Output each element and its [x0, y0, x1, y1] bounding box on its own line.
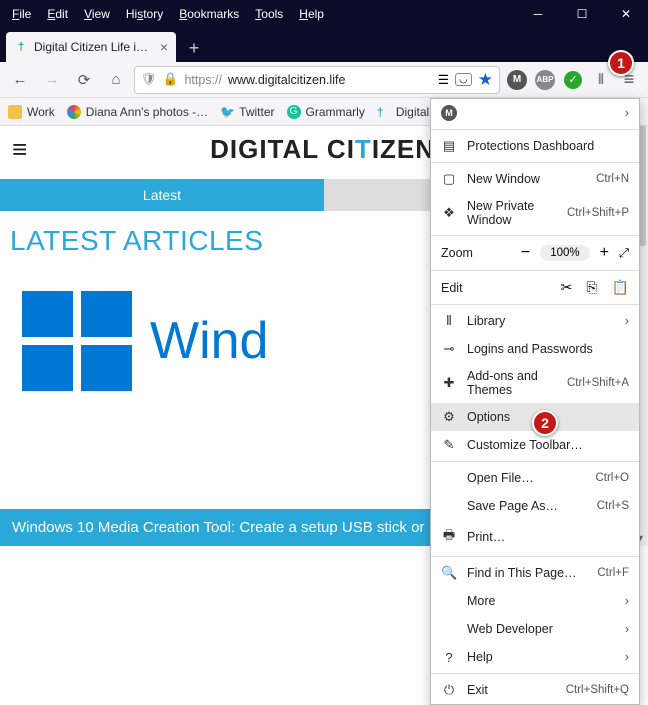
- minimize-button[interactable]: ─: [516, 0, 560, 28]
- tab-strip: † Digital Citizen Life in a digital w × …: [0, 28, 648, 62]
- menu-exit[interactable]: ⏻ Exit Ctrl+Shift+Q: [431, 676, 639, 704]
- callout-1: 1: [608, 50, 634, 76]
- windows-logo-icon: [22, 291, 132, 391]
- help-icon: ?: [441, 650, 457, 665]
- chevron-right-icon: ›: [625, 622, 629, 636]
- exit-icon: ⏻: [441, 682, 457, 698]
- article-title-band[interactable]: Windows 10 Media Creation Tool: Create a…: [0, 509, 433, 546]
- menu-addons[interactable]: ✚ Add-ons and Themes Ctrl+Shift+A: [431, 363, 639, 403]
- bookmark-grammarly[interactable]: GGrammarly: [287, 105, 365, 119]
- shield-icon[interactable]: 🛡: [141, 72, 157, 87]
- gear-icon: ⚙: [441, 409, 457, 425]
- extension-check-icon[interactable]: ✓: [560, 67, 586, 93]
- menu-tools[interactable]: Tools: [249, 4, 289, 24]
- extension-m-icon[interactable]: M: [504, 67, 530, 93]
- reload-button[interactable]: ⟳: [70, 66, 98, 94]
- lock-icon[interactable]: 🔒: [163, 72, 179, 87]
- site-menu-icon[interactable]: ≡: [12, 134, 27, 165]
- window-controls: ─ ☐ ✕: [516, 0, 648, 28]
- menu-web-developer[interactable]: Web Developer ›: [431, 615, 639, 643]
- close-button[interactable]: ✕: [604, 0, 648, 28]
- menu-library[interactable]: ⦀ Library ›: [431, 307, 639, 335]
- home-button[interactable]: ⌂: [102, 66, 130, 94]
- menu-help[interactable]: ? Help ›: [431, 643, 639, 671]
- chevron-right-icon: ›: [625, 650, 629, 664]
- menu-customize[interactable]: ✎ Customize Toolbar…: [431, 431, 639, 459]
- new-tab-button[interactable]: +: [180, 34, 208, 62]
- menu-logins[interactable]: ⊸ Logins and Passwords: [431, 335, 639, 363]
- article-image-text: Wind: [150, 311, 268, 371]
- menu-file[interactable]: File: [6, 4, 37, 24]
- puzzle-icon: ✚: [441, 375, 457, 391]
- back-button[interactable]: ←: [6, 66, 34, 94]
- chevron-right-icon: ›: [625, 314, 629, 328]
- menu-open-file[interactable]: Open File… Ctrl+O: [431, 464, 639, 492]
- maximize-button[interactable]: ☐: [560, 0, 604, 28]
- menu-protections[interactable]: ▤ Protections Dashboard: [431, 132, 639, 160]
- menu-zoom: Zoom − 100% + ⤢: [431, 238, 639, 268]
- site-tab-latest[interactable]: Latest: [0, 179, 324, 211]
- dashboard-icon: ▤: [441, 138, 457, 154]
- site-logo: DIGITAL CITIZEN: [210, 134, 465, 165]
- chevron-right-icon: ›: [625, 594, 629, 608]
- search-icon: 🔍: [441, 565, 457, 581]
- brush-icon: ✎: [441, 437, 457, 453]
- menu-view[interactable]: View: [78, 4, 116, 24]
- url-host: www.digitalcitizen.life: [228, 73, 345, 87]
- zoom-in-button[interactable]: +: [600, 244, 609, 262]
- menubar: File Edit View History Bookmarks Tools H…: [0, 0, 648, 28]
- navbar: ← → ⟳ ⌂ 🛡 🔒 https:// www.digitalcitizen.l…: [0, 62, 648, 98]
- app-menu-panel: M › ▤ Protections Dashboard ▢ New Window…: [430, 98, 640, 705]
- menu-private-window[interactable]: ❖ New Private Window Ctrl+Shift+P: [431, 193, 639, 233]
- menu-account[interactable]: M ›: [431, 99, 639, 127]
- print-icon: 🖶: [441, 526, 457, 548]
- window-icon: ▢: [441, 171, 457, 187]
- tab-title: Digital Citizen Life in a digital w: [34, 40, 154, 54]
- chevron-right-icon: ›: [625, 106, 629, 120]
- menu-edit: Edit ✂ ⎘ 📋: [431, 273, 639, 302]
- fullscreen-icon[interactable]: ⤢: [619, 246, 629, 261]
- bookmark-twitter[interactable]: 🐦Twitter: [220, 105, 274, 119]
- copy-icon[interactable]: ⎘: [586, 279, 597, 296]
- callout-2: 2: [532, 410, 558, 436]
- menu-history[interactable]: History: [120, 4, 169, 24]
- menu-help[interactable]: Help: [293, 4, 330, 24]
- menu-edit[interactable]: Edit: [41, 4, 74, 24]
- menu-new-window[interactable]: ▢ New Window Ctrl+N: [431, 165, 639, 193]
- bookmark-star-icon[interactable]: ★: [478, 70, 493, 90]
- favicon-icon: †: [14, 40, 28, 54]
- url-bar[interactable]: 🛡 🔒 https://www.digitalcitizen.life ☰ ◡ …: [134, 66, 500, 94]
- zoom-level[interactable]: 100%: [540, 245, 589, 261]
- forward-button[interactable]: →: [38, 66, 66, 94]
- library-icon: ⦀: [441, 313, 457, 329]
- bookmark-photos[interactable]: Diana Ann's photos -…: [67, 105, 208, 119]
- menu-print[interactable]: 🖶 Print…: [431, 520, 639, 554]
- paste-icon[interactable]: 📋: [612, 279, 629, 296]
- menu-save-as[interactable]: Save Page As… Ctrl+S: [431, 492, 639, 520]
- pocket-icon[interactable]: ◡: [455, 73, 472, 86]
- tab-close-icon[interactable]: ×: [160, 39, 168, 55]
- url-scheme: https://: [184, 73, 222, 87]
- menu-bookmarks[interactable]: Bookmarks: [173, 4, 245, 24]
- reader-icon[interactable]: ☰: [438, 72, 449, 87]
- extension-abp-icon[interactable]: ABP: [532, 67, 558, 93]
- menu-items: File Edit View History Bookmarks Tools H…: [0, 4, 330, 24]
- mask-icon: ❖: [441, 205, 457, 221]
- menu-find[interactable]: 🔍 Find in This Page… Ctrl+F: [431, 559, 639, 587]
- menu-more[interactable]: More ›: [431, 587, 639, 615]
- browser-tab[interactable]: † Digital Citizen Life in a digital w ×: [6, 32, 176, 62]
- bookmark-work[interactable]: Work: [8, 105, 55, 119]
- zoom-out-button[interactable]: −: [521, 244, 530, 262]
- cut-icon[interactable]: ✂: [561, 279, 573, 296]
- key-icon: ⊸: [441, 341, 457, 357]
